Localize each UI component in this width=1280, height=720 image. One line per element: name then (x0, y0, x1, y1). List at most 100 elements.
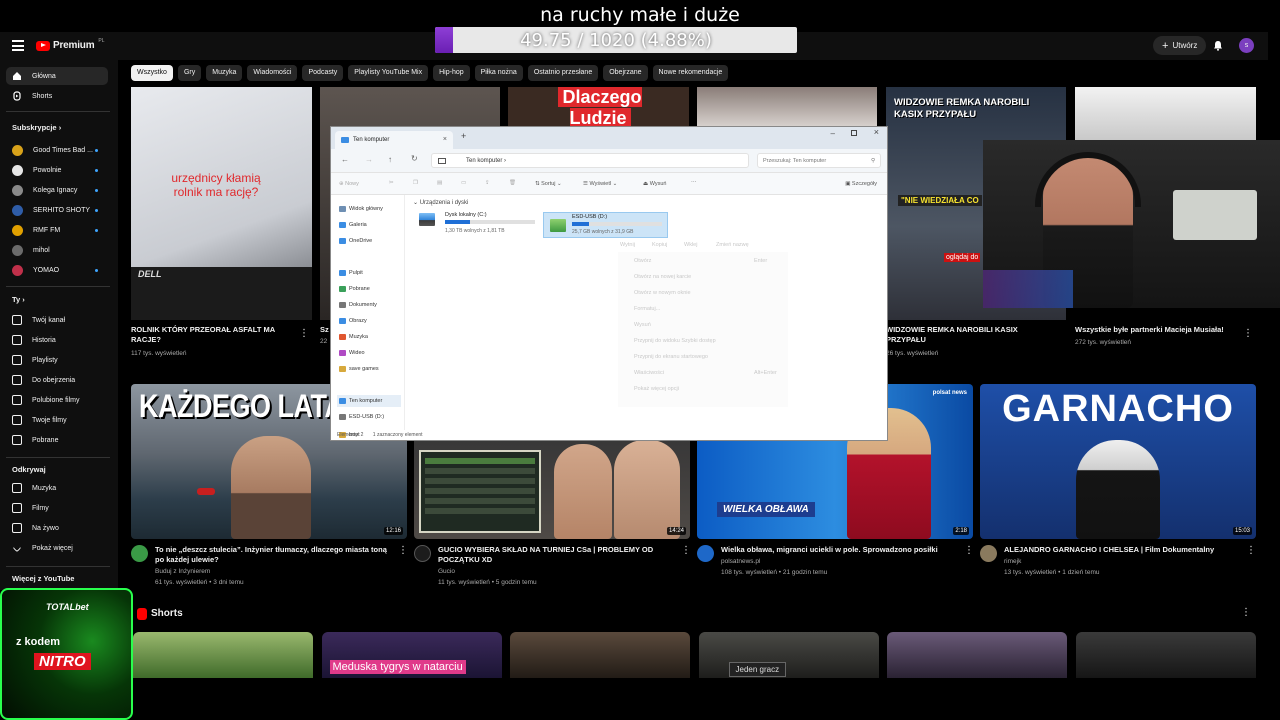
delete-icon[interactable]: 🗑 (509, 180, 516, 186)
search-input[interactable]: Przeszukaj: Ten komputer ⚲ (757, 153, 881, 168)
chip-filter[interactable]: Gry (177, 65, 202, 81)
subscriptions-heading[interactable]: Subskrypcje › (12, 123, 61, 132)
sidebar-item-video[interactable]: Twoje filmy (6, 411, 108, 429)
sidebar-item-subscription[interactable]: Good Times Bad ... (6, 141, 108, 159)
context-menu-item[interactable]: Pokaż więcej opcji (634, 386, 679, 396)
cut-icon[interactable]: ✂ (389, 180, 394, 186)
context-menu-item[interactable]: Otwórz (634, 258, 651, 268)
short-thumbnail[interactable]: Meduska tygrys w natarciu (321, 632, 502, 678)
file-explorer-window[interactable]: Ten komputer × + – × ← → ↑ ↻ Ten kompute… (330, 126, 888, 441)
avatar[interactable]: s (1239, 38, 1254, 53)
nav-item[interactable]: save games (337, 363, 401, 375)
sidebar-item-subscription[interactable]: mihol (6, 241, 108, 259)
nav-item[interactable]: Widok główny (337, 203, 401, 215)
context-action[interactable]: Wklej (684, 242, 697, 248)
back-icon[interactable]: ← (341, 155, 349, 164)
up-icon[interactable]: ↑ (388, 155, 392, 164)
youtube-logo[interactable]: Premium PL (36, 38, 105, 51)
video-title[interactable]: To nie „deszcz stulecia”. Inżynier tłuma… (155, 545, 393, 565)
new-tab-icon[interactable]: + (461, 131, 466, 141)
context-menu-item[interactable]: Przypnij do ekranu startowego (634, 354, 708, 364)
explorer-tab[interactable]: Ten komputer × (335, 131, 453, 149)
short-thumbnail[interactable] (1075, 632, 1256, 678)
eject-button[interactable]: ⏏ Wysuń (643, 181, 667, 187)
channel-name[interactable]: polsatnews.pl (721, 557, 760, 566)
video-thumbnail[interactable] (1075, 87, 1256, 140)
chip-filter[interactable]: Wiadomości (247, 65, 298, 81)
sidebar-item-clock[interactable]: Do obejrzenia (6, 371, 108, 389)
chip-filter[interactable]: Hip-hop (433, 65, 470, 81)
video-title[interactable]: Sz (320, 325, 330, 335)
context-menu-item[interactable]: Przypnij do widoku Szybki dostęp (634, 338, 716, 348)
channel-name[interactable]: rimejk (1004, 557, 1021, 566)
video-thumbnail[interactable]: Dlaczego Ludzie (508, 87, 689, 127)
chip-filter[interactable]: Piłka nożna (474, 65, 523, 81)
sort-button[interactable]: ⇅ Sortuj ⌄ (535, 181, 562, 187)
short-thumbnail[interactable]: Jeden gracz (698, 632, 879, 678)
new-button[interactable]: ⊕ Nowy (339, 181, 359, 187)
more-options-icon[interactable]: ⋮ (964, 545, 974, 556)
context-menu-item[interactable]: Właściwości (634, 370, 664, 380)
nav-item[interactable]: Pulpit (337, 267, 401, 279)
video-title[interactable]: GUCIO WYBIERA SKŁAD NA TURNIEJ CSa | PRO… (438, 545, 676, 565)
menu-icon[interactable] (12, 40, 24, 51)
paste-icon[interactable]: ▤ (437, 180, 442, 186)
chip-filter[interactable]: Ostatnio przesłane (527, 65, 599, 81)
details-button[interactable]: ▣ Szczegóły (845, 181, 877, 187)
sidebar-item-download[interactable]: Pobrane (6, 431, 108, 449)
video-thumbnail[interactable]: GARNACHO 15:03 (980, 384, 1256, 539)
copy-icon[interactable]: ❐ (413, 180, 418, 186)
nav-item[interactable]: ESD-USB (D:) (337, 411, 401, 423)
video-title[interactable]: ALEJANDRO GARNACHO I CHELSEA | Film Doku… (1004, 545, 1242, 555)
bell-icon[interactable] (1213, 40, 1223, 51)
more-options-icon[interactable]: ⋮ (299, 328, 309, 339)
video-thumbnail[interactable]: urzędnicy kłamią rolnik ma rację? DELL (131, 87, 312, 320)
channel-name[interactable]: Buduj z Inżynierem (155, 567, 210, 576)
more-options-icon[interactable]: ⋮ (398, 545, 408, 556)
sidebar-item-subscription[interactable]: Powolnie (6, 161, 108, 179)
sidebar-item-playlist[interactable]: Playlisty (6, 351, 108, 369)
nav-item[interactable]: Galeria (337, 219, 401, 231)
channel-avatar[interactable] (414, 545, 431, 562)
maximize-icon[interactable] (851, 130, 857, 136)
nav-item[interactable]: Ten komputer (337, 395, 401, 407)
sidebar-item-film[interactable]: Filmy (6, 499, 108, 517)
short-thumbnail[interactable] (887, 632, 1067, 678)
chip-filter[interactable]: Wszystko (131, 65, 173, 81)
section-heading[interactable]: ⌄ Urządzenia i dyski (413, 199, 468, 206)
context-action[interactable]: Zmień nazwę (716, 242, 749, 248)
video-title[interactable]: ROLNIK KTÓRY PRZEORAŁ ASFALT MA RACJE? (131, 325, 286, 345)
chip-filter[interactable]: Nowe rekomendacje (652, 65, 729, 81)
more-options-icon[interactable]: ⋮ (1241, 607, 1251, 618)
nav-item[interactable]: Pobrane (337, 283, 401, 295)
address-field[interactable]: Ten komputer › (431, 153, 749, 168)
video-title[interactable]: WIDZOWIE REMKA NAROBILI KASIX PRZYPAŁU (886, 325, 1046, 345)
view-button[interactable]: ☰ Wyświetl ⌄ (583, 181, 617, 187)
nav-item[interactable]: Wideo (337, 347, 401, 359)
chip-filter[interactable]: Playlisty YouTube Mix (348, 65, 429, 81)
chip-filter[interactable]: Podcasty (302, 65, 344, 81)
drive-item[interactable]: Dysk lokalny (C:) 1,30 TB wolnych z 1,81… (419, 211, 535, 237)
context-menu-item[interactable]: Wysuń (634, 322, 651, 332)
refresh-icon[interactable]: ↻ (411, 154, 418, 163)
rename-icon[interactable]: ▭ (461, 180, 466, 186)
minimize-icon[interactable]: – (831, 129, 835, 138)
chip-filter[interactable]: Muzyka (206, 65, 243, 81)
sidebar-item-live[interactable]: Na żywo (6, 519, 108, 537)
more-options-icon[interactable]: ⋮ (681, 545, 691, 556)
sidebar-item-subscription[interactable]: SERHITO SHOTY (6, 201, 108, 219)
share-icon[interactable]: ⇪ (485, 180, 490, 186)
sidebar-item-channel[interactable]: Twój kanał (6, 311, 108, 329)
nav-item[interactable]: Muzyka (337, 331, 401, 343)
context-menu-item[interactable]: Otwórz na nowej karcie (634, 274, 691, 284)
video-title[interactable]: Wielka obława, migranci uciekli w pole. … (721, 545, 959, 555)
context-menu-item[interactable]: Otwórz w nowym oknie (634, 290, 691, 300)
channel-avatar[interactable] (980, 545, 997, 562)
close-window-icon[interactable]: × (874, 127, 879, 137)
forward-icon[interactable]: → (365, 155, 373, 164)
nav-item[interactable]: Obrazy (337, 315, 401, 327)
context-action[interactable]: Wytnij (620, 242, 635, 248)
sidebar-item-subscription[interactable]: RMF FM (6, 221, 108, 239)
nav-item[interactable]: OneDrive (337, 235, 401, 247)
more-options-icon[interactable]: ⋮ (1246, 545, 1256, 556)
